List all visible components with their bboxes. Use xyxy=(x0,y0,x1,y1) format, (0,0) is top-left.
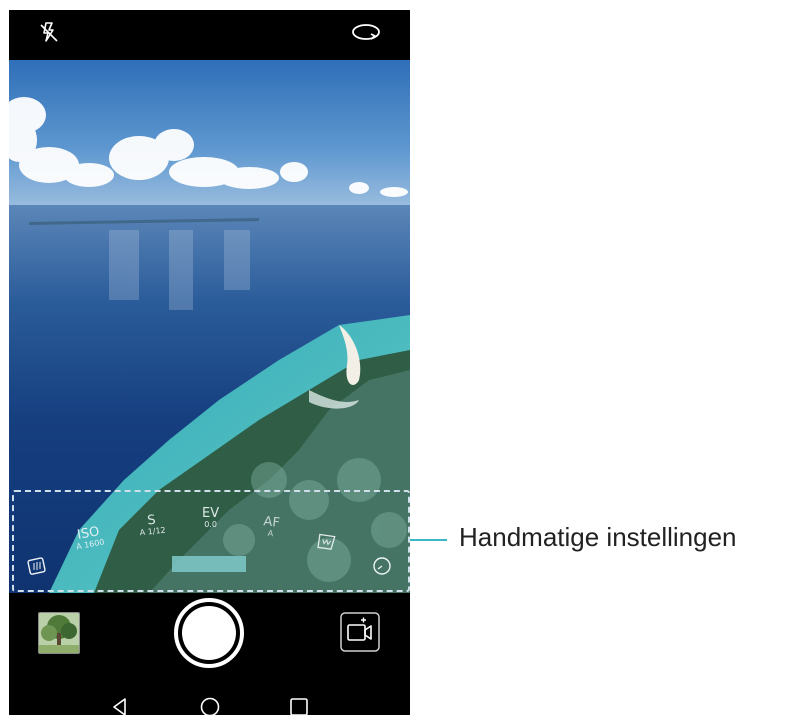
callout-label: Handmatige instellingen xyxy=(459,522,737,552)
exposure-value: 0.0 xyxy=(204,519,217,529)
mode-icon[interactable] xyxy=(26,555,48,577)
shutter-speed-control[interactable]: S A 1/12 xyxy=(138,513,166,538)
home-icon[interactable] xyxy=(199,696,221,715)
back-icon[interactable] xyxy=(109,696,131,715)
video-mode-icon[interactable] xyxy=(340,612,380,652)
camera-top-bar xyxy=(9,10,410,60)
autofocus-control[interactable]: AF A xyxy=(262,514,281,539)
camera-bottom-bar xyxy=(9,593,410,715)
recent-apps-icon[interactable] xyxy=(288,696,310,715)
timer-icon[interactable] xyxy=(371,555,393,577)
shutter-inner xyxy=(182,606,236,660)
exposure-label: EV xyxy=(202,506,220,521)
switch-camera-icon[interactable] xyxy=(349,18,383,46)
callout-line xyxy=(410,539,447,541)
phone-screen: ISO A 1600 S A 1/12 EV 0.0 AF A xyxy=(9,10,410,715)
level-indicator xyxy=(172,556,246,572)
gallery-thumbnail[interactable] xyxy=(38,612,80,654)
flash-off-icon[interactable] xyxy=(35,18,63,46)
white-balance-icon xyxy=(317,533,336,550)
exposure-control[interactable]: EV 0.0 xyxy=(202,507,219,529)
shutter-button[interactable] xyxy=(174,598,244,668)
